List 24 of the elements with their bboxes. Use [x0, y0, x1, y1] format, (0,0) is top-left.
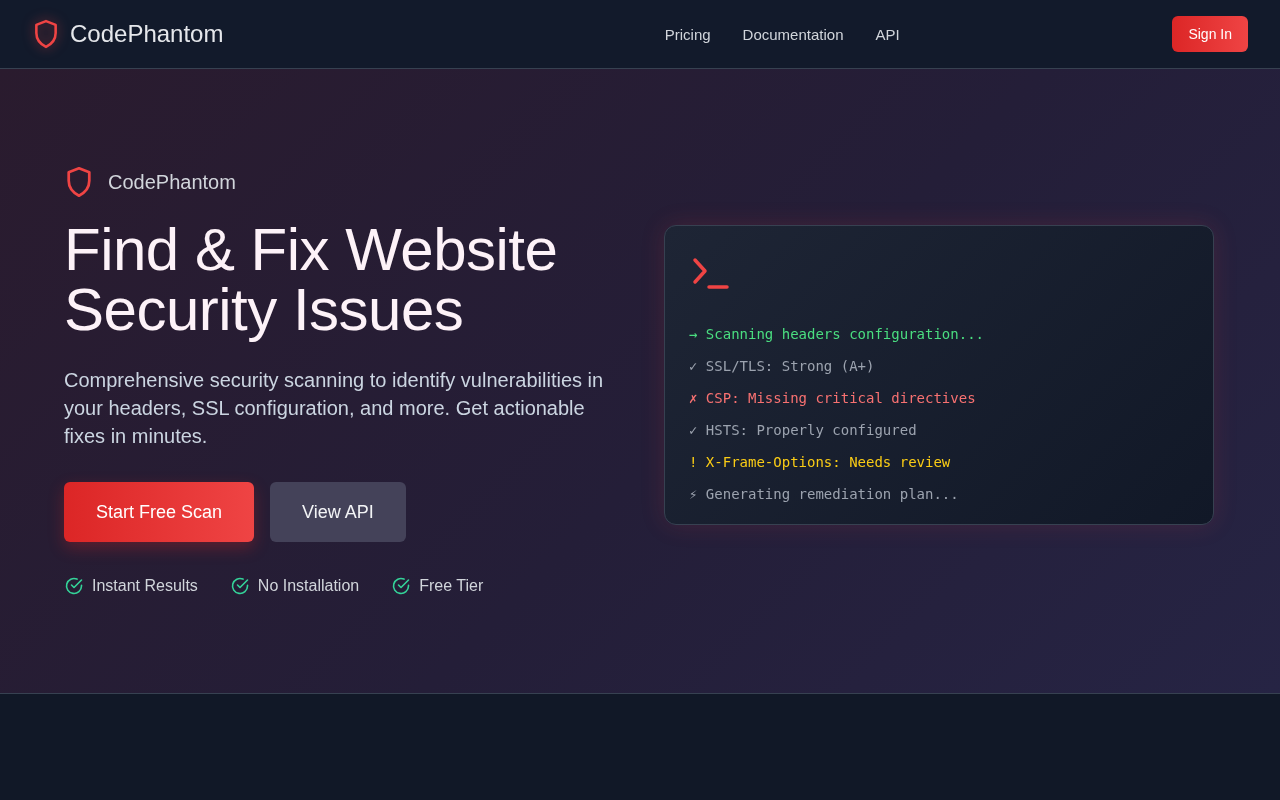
- view-api-button[interactable]: View API: [270, 482, 406, 542]
- terminal-line: → Scanning headers configuration...: [689, 325, 985, 344]
- terminal-line: ✓ SSL/TLS: Strong (A+): [689, 357, 876, 376]
- nav-link[interactable]: API: [875, 25, 900, 43]
- nav-link[interactable]: Documentation: [742, 25, 844, 43]
- start-scan-button[interactable]: Start Free Scan: [64, 482, 255, 542]
- shield-icon: [32, 19, 60, 49]
- brand-name: CodePhantom: [108, 170, 236, 194]
- terminal-line: ✓ HSTS: Properly configured: [689, 421, 918, 440]
- feature-label: No Installation: [257, 577, 360, 595]
- feature-label: Instant Results: [92, 577, 198, 595]
- nav-link[interactable]: Pricing: [664, 25, 711, 43]
- shield-icon: [64, 166, 94, 198]
- check-circle-icon: [229, 576, 250, 596]
- hero-description: Comprehensive security scanning to identify vulnerabilities in your headers, SSL configuration, and more. Get actionable fixes in minutes.: [64, 368, 604, 449]
- check-circle-icon: [391, 576, 412, 596]
- sign-in-button[interactable]: Sign In: [1172, 16, 1248, 52]
- terminal-line: ⚡ Generating remediation plan...: [689, 485, 960, 504]
- terminal-line: ! X-Frame-Options: Needs review: [689, 453, 952, 472]
- brand-name[interactable]: CodePhantom: [70, 20, 224, 48]
- check-circle-icon: [64, 576, 84, 596]
- feature-label: Free Tier: [419, 577, 484, 595]
- terminal-line: ✗ CSP: Missing critical directives: [689, 389, 977, 408]
- hero-heading: Find & Fix Website Security Issues: [64, 220, 559, 340]
